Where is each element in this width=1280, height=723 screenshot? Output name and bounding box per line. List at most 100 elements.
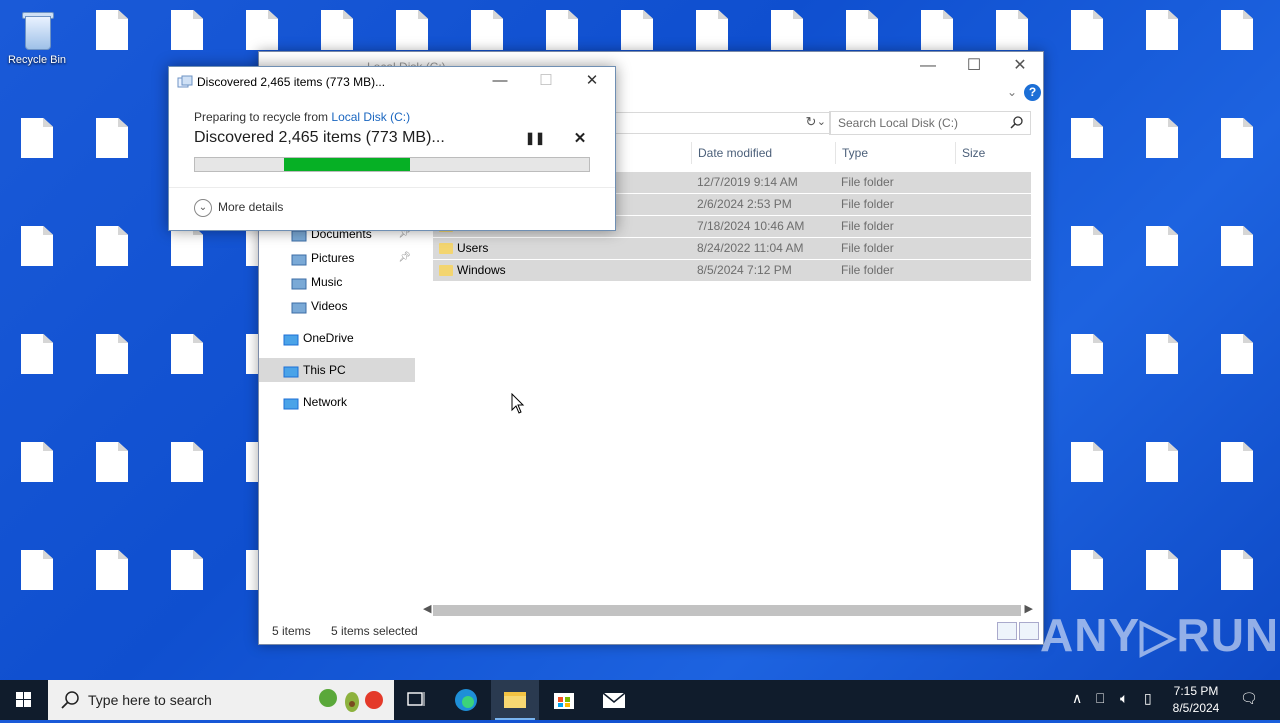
- column-date-modified[interactable]: Date modified: [691, 142, 836, 164]
- desktop-file-icon[interactable]: [900, 10, 974, 50]
- maximize-button[interactable]: ☐: [951, 52, 997, 82]
- desktop-file-icon[interactable]: [75, 442, 149, 482]
- desktop-file-icon[interactable]: [75, 10, 149, 50]
- file-explorer-button[interactable]: [491, 680, 539, 720]
- store-button[interactable]: [540, 680, 588, 720]
- watermark-logo: ANY▷RUN: [1040, 609, 1280, 661]
- document-icon: [846, 10, 878, 50]
- desktop-file-icon[interactable]: [1050, 118, 1124, 158]
- desktop-file-icon[interactable]: [1050, 226, 1124, 266]
- dialog-minimize-button[interactable]: —: [477, 67, 523, 97]
- desktop-file-icon[interactable]: [150, 10, 224, 50]
- scrollbar-thumb[interactable]: [433, 605, 1021, 616]
- document-icon: [1071, 550, 1103, 590]
- desktop-file-icon[interactable]: [75, 226, 149, 266]
- desktop-file-icon[interactable]: [1200, 10, 1274, 50]
- desktop-file-icon[interactable]: [300, 10, 374, 50]
- details-view-icon[interactable]: [997, 622, 1017, 640]
- desktop-file-icon[interactable]: [75, 334, 149, 374]
- desktop-file-icon[interactable]: [1125, 550, 1199, 590]
- desktop-file-icon[interactable]: [450, 10, 524, 50]
- desktop-file-icon[interactable]: [1125, 442, 1199, 482]
- dialog-close-button[interactable]: ✕: [569, 67, 615, 97]
- nav-item-this-pc[interactable]: This PC: [259, 358, 415, 382]
- search-box[interactable]: Search Local Disk (C:): [829, 111, 1031, 135]
- address-bar[interactable]: ⌄: [615, 112, 831, 134]
- row-type: File folder: [841, 241, 894, 255]
- task-view-button[interactable]: [392, 680, 440, 720]
- desktop-file-icon[interactable]: [675, 10, 749, 50]
- pause-button[interactable]: ❚❚: [525, 131, 545, 147]
- desktop-file-icon[interactable]: [75, 118, 149, 158]
- desktop-file-icon[interactable]: [975, 10, 1049, 50]
- large-icons-view-icon[interactable]: [1019, 622, 1039, 640]
- source-link[interactable]: Local Disk (C:): [331, 110, 410, 124]
- desktop-file-icon[interactable]: [1050, 10, 1124, 50]
- nav-item-network[interactable]: Network: [259, 390, 415, 414]
- column-type[interactable]: Type: [835, 142, 954, 164]
- desktop-file-icon[interactable]: [1200, 226, 1274, 266]
- desktop-file-icon[interactable]: [1125, 334, 1199, 374]
- desktop-file-icon[interactable]: [1125, 10, 1199, 50]
- recycle-bin[interactable]: Recycle Bin: [0, 10, 74, 67]
- desktop-file-icon[interactable]: [375, 10, 449, 50]
- nav-item-onedrive[interactable]: OneDrive: [259, 326, 415, 350]
- desktop-file-icon[interactable]: [0, 118, 74, 158]
- nav-item-pictures[interactable]: Pictures 📌︎: [259, 246, 415, 270]
- desktop-file-icon[interactable]: [1200, 550, 1274, 590]
- show-hidden-icons[interactable]: ∧: [1072, 690, 1082, 707]
- minimize-button[interactable]: —: [905, 52, 951, 82]
- battery-icon[interactable]: ▯: [1144, 690, 1152, 707]
- desktop-file-icon[interactable]: [150, 550, 224, 590]
- desktop-file-icon[interactable]: [150, 334, 224, 374]
- desktop-file-icon[interactable]: [150, 226, 224, 266]
- desktop-file-icon[interactable]: [525, 10, 599, 50]
- help-icon[interactable]: ?: [1024, 84, 1041, 101]
- table-row[interactable]: Users 8/24/2022 11:04 AM File folder: [433, 238, 1031, 260]
- desktop-file-icon[interactable]: [1200, 118, 1274, 158]
- view-buttons: [995, 622, 1039, 643]
- taskbar-search-box[interactable]: Type here to search: [48, 680, 394, 720]
- desktop-file-icon[interactable]: [1200, 334, 1274, 374]
- desktop-file-icon[interactable]: [825, 10, 899, 50]
- desktop-file-icon[interactable]: [1125, 226, 1199, 266]
- scroll-right-icon[interactable]: ▶: [1025, 602, 1033, 615]
- desktop-file-icon[interactable]: [0, 226, 74, 266]
- close-button[interactable]: ✕: [997, 52, 1043, 82]
- desktop-file-icon[interactable]: [1200, 442, 1274, 482]
- volume-icon[interactable]: 🔈︎: [1120, 690, 1128, 707]
- start-button[interactable]: [0, 680, 48, 720]
- desktop-file-icon[interactable]: [0, 550, 74, 590]
- desktop-file-icon[interactable]: [0, 442, 74, 482]
- clock[interactable]: 7:15 PM 8/5/2024: [1164, 683, 1228, 717]
- document-icon: [171, 442, 203, 482]
- nav-item-label: Network: [303, 395, 348, 409]
- mail-button[interactable]: [590, 680, 638, 720]
- nav-item-music[interactable]: Music: [259, 270, 415, 294]
- desktop-file-icon[interactable]: [1050, 334, 1124, 374]
- cancel-button[interactable]: ✕: [571, 129, 589, 147]
- desktop-file-icon[interactable]: [0, 334, 74, 374]
- desktop-file-icon[interactable]: [1050, 442, 1124, 482]
- column-size[interactable]: Size: [955, 142, 1032, 164]
- desktop-file-icon[interactable]: [750, 10, 824, 50]
- desktop-file-icon[interactable]: [225, 10, 299, 50]
- desktop-file-icon[interactable]: [600, 10, 674, 50]
- expand-ribbon-icon[interactable]: ⌄: [1007, 85, 1017, 99]
- desktop-file-icon[interactable]: [1050, 550, 1124, 590]
- table-row[interactable]: Windows 8/5/2024 7:12 PM File folder: [433, 260, 1031, 282]
- recycle-dialog-icon: [177, 75, 193, 88]
- desktop-file-icon[interactable]: [75, 550, 149, 590]
- more-details-button[interactable]: ⌄ More details: [194, 199, 283, 217]
- desktop-file-icon[interactable]: [1125, 118, 1199, 158]
- taskbar-search-placeholder: Type here to search: [88, 692, 212, 708]
- desktop-file-icon[interactable]: [150, 442, 224, 482]
- network-status-icon[interactable]: ⎕: [1096, 690, 1104, 707]
- notifications-icon[interactable]: 🗨︎: [1240, 690, 1258, 707]
- nav-item-videos[interactable]: Videos: [259, 294, 415, 318]
- scroll-left-icon[interactable]: ◀: [423, 602, 431, 615]
- more-details-label: More details: [218, 200, 284, 215]
- horizontal-scrollbar[interactable]: ◀ ▶: [419, 602, 1039, 619]
- edge-button[interactable]: [442, 680, 490, 720]
- refresh-icon[interactable]: ↻: [801, 112, 821, 132]
